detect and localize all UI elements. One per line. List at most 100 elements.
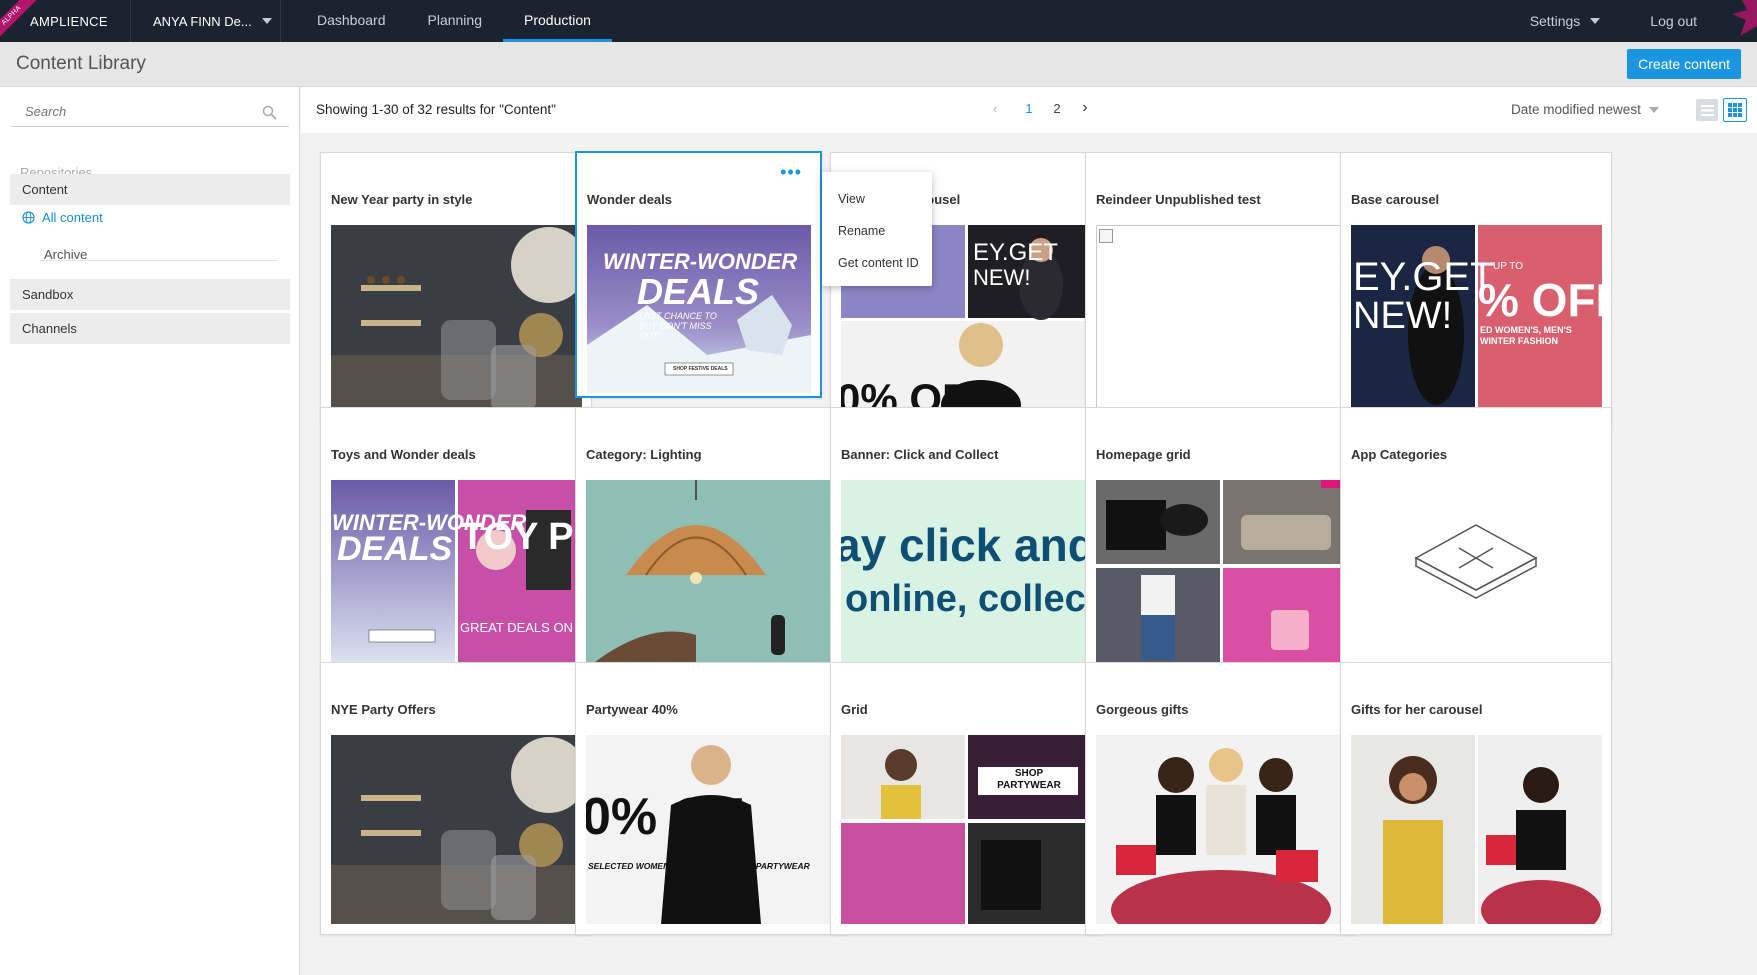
grid-view-icon[interactable] [1723,98,1747,122]
image-headline: DEALS [637,271,760,312]
content-card-selected[interactable]: Wonder deals ••• WINTER-WONDER DEALS LAS… [575,151,822,398]
card-title: Reindeer Unpublished test [1096,192,1261,207]
pagination: ‹ 1 2 › [981,99,1099,117]
content-card[interactable]: Category: Lighting [575,407,847,680]
image-headline: NEW! [973,265,1031,290]
logout-link[interactable]: Log out [1630,0,1757,42]
content-card[interactable]: Reindeer Unpublished test [1085,152,1357,425]
card-thumbnail: ay click and online, collect [841,480,1092,669]
content-card[interactable]: Base carousel EY.GET NEW! UP TO % OFF ED… [1340,152,1612,425]
card-title: Partywear 40% [586,702,678,717]
card-title: Homepage grid [1096,447,1191,462]
page-1-link[interactable]: 1 [1015,101,1043,116]
sort-dropdown[interactable]: Date modified newest [1511,102,1659,117]
card-title: NYE Party Offers [331,702,436,717]
previous-page-icon[interactable]: ‹ [981,101,1009,116]
main-nav-tabs: Dashboard Planning Production [296,0,612,42]
image-headline: ay click and [841,519,1092,571]
card-title: Category: Lighting [586,447,702,462]
sidebar-item-content[interactable]: Content [10,174,290,205]
card-title: Toys and Wonder deals [331,447,476,462]
image-headline: TOY P [461,516,574,558]
content-card[interactable]: NYE Party Offers [320,662,592,935]
more-options-icon[interactable]: ••• [780,163,802,181]
page-title: Content Library [16,53,146,74]
search-box [11,97,289,127]
card-thumbnail [1351,480,1602,669]
search-icon[interactable] [262,105,277,120]
settings-menu[interactable]: Settings [1500,13,1631,29]
content-card[interactable]: Partywear 40% 0% OF SELECTED WOMEN'S, ME… [575,662,847,935]
chevron-down-icon [1648,106,1659,113]
star-decoration-icon [1732,0,1757,36]
brand-logo[interactable]: ALPHA AMPLIENCE [0,0,131,42]
card-title: Banner: Click and Collect [841,447,999,462]
sidebar-item-all-content[interactable]: All content [22,210,103,225]
empty-image-icon [1414,524,1538,599]
search-input[interactable] [11,104,251,119]
results-toolbar: Showing 1-30 of 32 results for "Content"… [301,87,1757,133]
account-name: ANYA FINN De... [153,13,252,29]
image-headline: 0% OF [586,788,744,846]
card-thumbnail [1096,480,1347,669]
topbar-right: Settings Log out [1500,0,1757,42]
card-thumbnail: 0% OF SELECTED WOMEN'S, MEN'S AND KIDS' … [586,735,837,924]
account-selector[interactable]: ANYA FINN De... [131,0,281,42]
card-thumbnail [1351,735,1602,924]
content-card[interactable]: Banner: Click and Collect ay click and o… [830,407,1102,680]
menu-item-get-content-id[interactable]: Get content ID [838,256,919,270]
tab-production[interactable]: Production [503,0,612,42]
image-headline: DEALS [337,530,453,568]
chevron-down-icon [261,18,272,24]
broken-image-placeholder [1096,225,1347,414]
card-title: Gorgeous gifts [1096,702,1189,717]
image-headline: % OFF [1478,274,1602,326]
content-card[interactable]: Gifts for her carousel [1340,662,1612,935]
sidebar-item-channels[interactable]: Channels [10,313,290,344]
settings-label: Settings [1529,13,1581,29]
all-content-label: All content [42,210,103,225]
image-subtext: ED WOMEN'S, MEN'S WINTER FASHION [1480,325,1572,346]
content-card[interactable]: App Categories [1340,407,1612,680]
brand-name: AMPLIENCE [30,13,108,29]
image-headline: NEW! [1353,295,1453,337]
sidebar-item-archive[interactable]: Archive [44,247,87,262]
card-thumbnail [1096,225,1347,414]
card-thumbnail [331,225,582,414]
image-button-text: SHOP FESTIVE DEALS [673,366,728,372]
image-subtext: SELECTED WOMEN'S, MEN'S AND KIDS' PARTYW… [588,861,810,871]
page-2-link[interactable]: 2 [1043,101,1071,116]
content-card[interactable]: Homepage grid [1085,407,1357,680]
image-subtext: GREAT DEALS ON T [460,620,582,635]
card-title: Gifts for her carousel [1351,702,1483,717]
results-count: Showing 1-30 of 32 results for "Content" [316,102,556,117]
broken-image-icon [1099,229,1113,243]
sidebar-item-sandbox[interactable]: Sandbox [10,279,290,310]
card-title: App Categories [1351,447,1448,462]
content-card[interactable]: Gorgeous gifts [1085,662,1357,935]
sort-label: Date modified newest [1511,102,1641,117]
logout-label: Log out [1650,13,1697,29]
image-headline: EY.GET [1353,255,1495,299]
card-title: Wonder deals [587,192,673,207]
card-thumbnail [331,735,582,924]
content-card[interactable]: New Year party in style [320,152,592,425]
content-card[interactable]: Toys and Wonder deals WINTER-WONDER DEAL… [320,407,592,680]
chevron-down-icon [1590,18,1601,24]
image-headline: online, collect [845,578,1092,620]
card-thumbnail: SHOP PARTYWEAR [841,735,1092,924]
create-content-button[interactable]: Create content [1627,49,1741,79]
top-navigation-bar: ALPHA AMPLIENCE ANYA FINN De... Dashboar… [0,0,1757,42]
next-page-icon[interactable]: › [1071,99,1099,117]
tab-dashboard[interactable]: Dashboard [296,0,407,42]
image-subtext: LAST CHANCE TO BUY DON'T MISS OUT! [639,311,717,341]
list-view-icon[interactable] [1696,99,1718,121]
image-headline: EY.GET [973,239,1058,266]
content-card[interactable]: Grid SHOP PARTYWEAR [830,662,1102,935]
card-title: Base carousel [1351,192,1440,207]
tab-planning[interactable]: Planning [407,0,504,42]
menu-item-view[interactable]: View [838,192,865,206]
menu-item-rename[interactable]: Rename [838,224,885,238]
card-title: New Year party in style [331,192,473,207]
card-context-menu: View Rename Get content ID [822,172,932,286]
